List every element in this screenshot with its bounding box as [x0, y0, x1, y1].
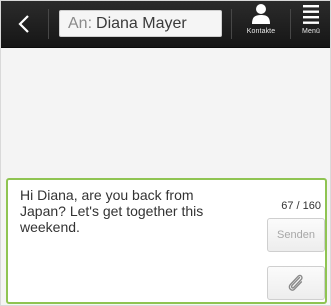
menu-button[interactable]: Menü [293, 3, 329, 45]
back-button[interactable] [7, 8, 41, 40]
message-input[interactable]: Hi Diana, are you back from Japan? Let's… [20, 187, 230, 235]
person-icon [252, 4, 270, 24]
divider [290, 9, 291, 39]
menu-icon [303, 5, 319, 24]
back-arrow-icon [18, 15, 29, 33]
menu-label: Menü [302, 28, 320, 35]
send-button[interactable]: Senden [267, 218, 325, 252]
recipient-field[interactable]: An: Diana Mayer [59, 10, 222, 37]
contacts-label: Kontakte [246, 28, 276, 35]
recipient-name: Diana Mayer [96, 14, 187, 32]
contacts-button[interactable]: Kontakte [235, 3, 287, 45]
recipient-prefix: An: [68, 14, 93, 32]
character-counter: 67 / 160 [281, 200, 321, 212]
attach-button[interactable] [267, 266, 325, 300]
action-bar: An: Diana Mayer Kontakte Menü [1, 1, 330, 48]
divider [231, 9, 232, 39]
divider [48, 9, 49, 39]
paperclip-icon [288, 274, 303, 291]
message-composer: Hi Diana, are you back from Japan? Let's… [6, 178, 327, 304]
compose-message-screen: An: Diana Mayer Kontakte Menü Hi Diana, … [0, 0, 331, 306]
